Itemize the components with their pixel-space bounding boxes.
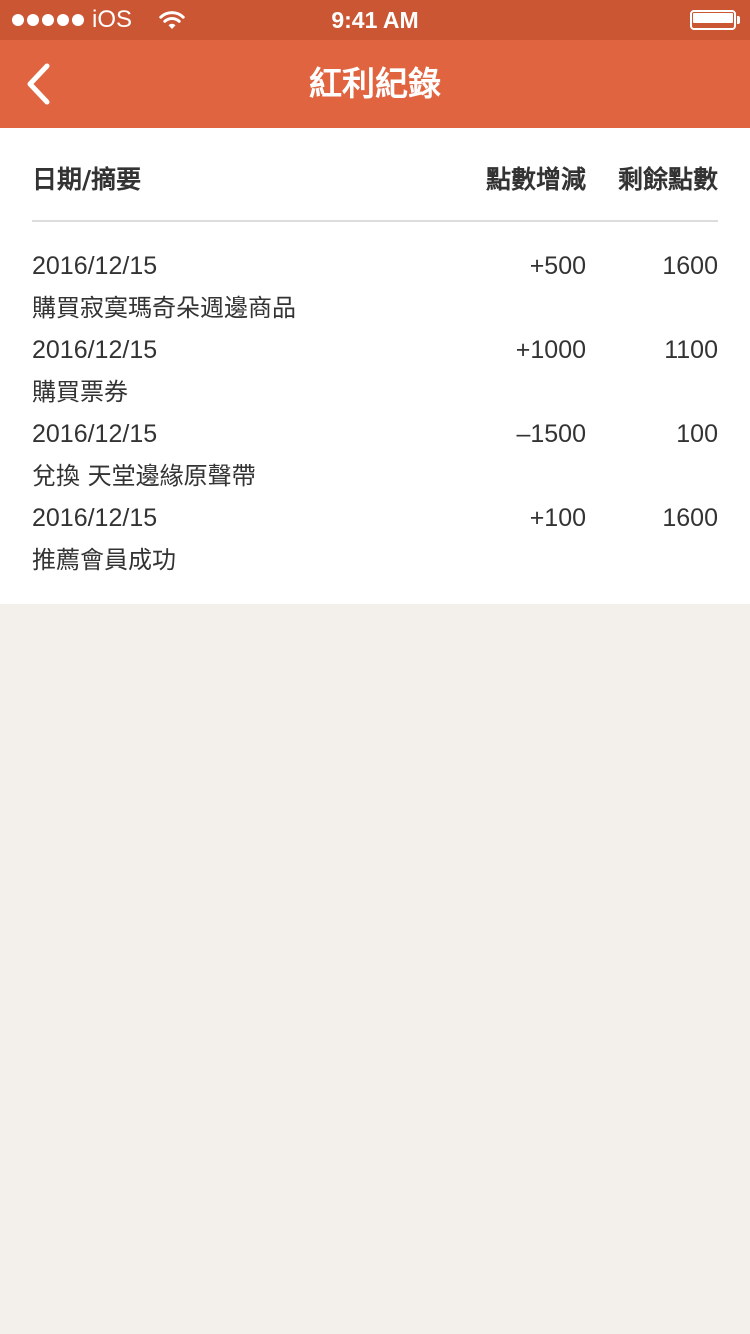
header-points-change: 點數增減 [485,165,586,194]
battery-icon [690,10,740,30]
record-remaining-points: 1100 [664,336,718,364]
table-header: 日期/摘要 點數增減 剩餘點數 [32,128,718,222]
record-remaining-points: 100 [676,420,718,448]
record-remaining-points: 1600 [662,252,718,280]
record-description: 兌換 天堂邊緣原聲帶 [32,462,256,490]
record-description: 購買寂寞瑪奇朵週邊商品 [32,294,296,322]
record-date: 2016/12/15 [32,504,158,532]
page-title: 紅利紀錄 [309,64,441,103]
header-remaining-points: 剩餘點數 [617,165,718,194]
header-date-summary: 日期/摘要 [32,165,142,194]
record-date: 2016/12/15 [32,336,158,364]
record-points-change: +500 [529,252,586,280]
record-description: 購買票券 [32,378,128,406]
status-bar: iOS 9:41 AM [0,0,750,40]
wifi-icon [158,9,186,31]
record-date: 2016/12/15 [32,252,158,280]
record-points-change: +100 [529,504,586,532]
navigation-bar: 紅利紀錄 [0,40,750,128]
carrier-label: iOS [92,6,133,33]
table-row: 2016/12/15 購買寂寞瑪奇朵週邊商品 +500 1600 [32,244,718,328]
record-date: 2016/12/15 [32,420,158,448]
signal-strength-icon [12,14,84,26]
record-points-change: –1500 [516,420,586,448]
table-row: 2016/12/15 推薦會員成功 +100 1600 [32,496,718,580]
records-list: 2016/12/15 購買寂寞瑪奇朵週邊商品 +500 1600 2016/12… [32,244,718,580]
status-left: iOS [12,0,186,40]
table-row: 2016/12/15 購買票券 +1000 1100 [32,328,718,412]
points-history-panel: 日期/摘要 點數增減 剩餘點數 2016/12/15 購買寂寞瑪奇朵週邊商品 +… [0,128,750,604]
table-row: 2016/12/15 兌換 天堂邊緣原聲帶 –1500 100 [32,412,718,496]
record-points-change: +1000 [515,336,586,364]
record-description: 推薦會員成功 [32,546,176,574]
chevron-left-icon [27,63,50,105]
back-button[interactable] [8,54,68,114]
record-remaining-points: 1600 [662,504,718,532]
